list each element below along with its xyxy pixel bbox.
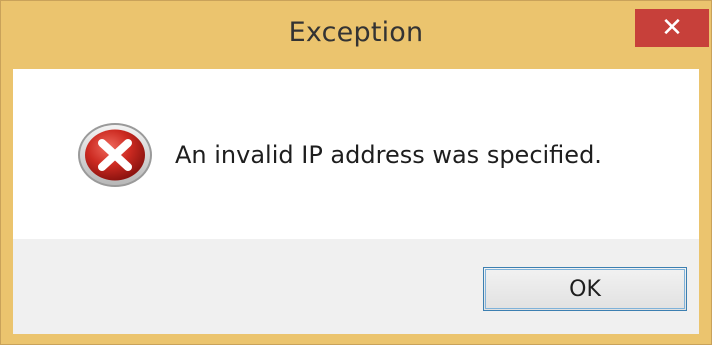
exception-dialog-window: Exception ✕ An invalid IP address was sp…	[0, 0, 712, 345]
error-message: An invalid IP address was specified.	[175, 141, 602, 169]
button-bar: OK	[13, 239, 699, 334]
ok-button[interactable]: OK	[483, 267, 687, 311]
message-area: An invalid IP address was specified.	[13, 69, 699, 239]
error-icon	[78, 123, 152, 187]
close-button[interactable]: ✕	[635, 9, 709, 47]
dialog-client-area: An invalid IP address was specified. OK	[13, 69, 699, 334]
window-title: Exception	[288, 17, 424, 48]
title-bar[interactable]: Exception ✕	[1, 1, 711, 69]
close-icon: ✕	[661, 13, 683, 43]
